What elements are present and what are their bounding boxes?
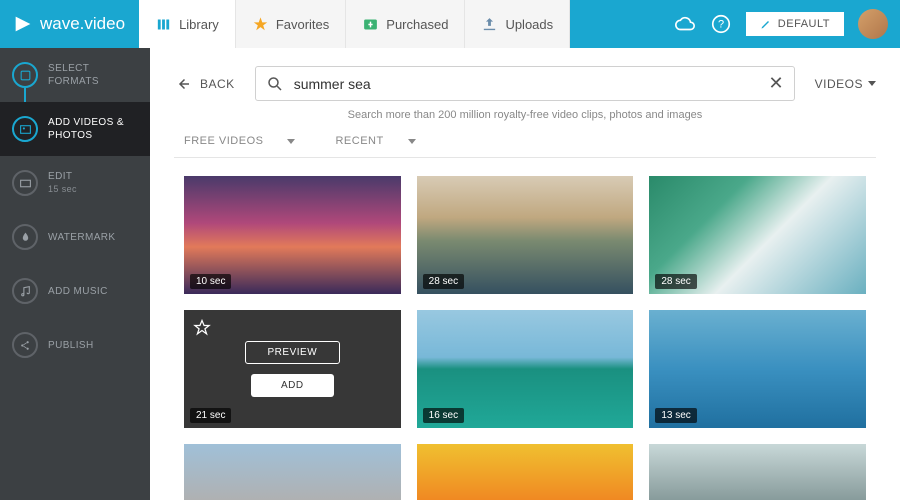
step-edit[interactable]: EDIT15 sec (0, 156, 150, 210)
cloud-icon[interactable] (674, 13, 696, 35)
back-label: BACK (200, 77, 235, 91)
clear-search-icon[interactable]: ✕ (769, 73, 784, 94)
step-label: ADD VIDEOS & PHOTOS (48, 116, 138, 142)
back-button[interactable]: BACK (174, 75, 235, 93)
uploads-icon (481, 16, 498, 33)
step-label: SELECT FORMATS (48, 62, 138, 88)
video-thumbnail[interactable]: 10 sec (184, 176, 401, 294)
duration-badge: 28 sec (655, 274, 696, 289)
photos-icon (12, 116, 38, 142)
brand-text: wave.video (40, 14, 125, 34)
default-button[interactable]: DEFAULT (746, 12, 844, 36)
results-grid: 10 sec 28 sec 28 sec PREVIEW ADD 21 sec 16 sec… (174, 176, 876, 500)
help-icon[interactable]: ? (710, 13, 732, 35)
duration-badge: 21 sec (190, 408, 231, 423)
step-music[interactable]: ADD MUSIC (0, 264, 150, 318)
tab-favorites[interactable]: Favorites (236, 0, 346, 48)
watermark-icon (12, 224, 38, 250)
tab-uploads[interactable]: Uploads (465, 0, 570, 48)
topbar: wave.video Library Favorites Purchased Uplo… (0, 0, 900, 48)
step-label: EDIT15 sec (48, 170, 77, 196)
tab-label: Favorites (276, 17, 329, 32)
arrow-left-icon (174, 75, 192, 93)
search-input[interactable] (294, 76, 759, 92)
avatar[interactable] (858, 9, 888, 39)
publish-icon (12, 332, 38, 358)
video-thumbnail[interactable] (649, 444, 866, 500)
tab-label: Purchased (386, 17, 448, 32)
default-label: DEFAULT (778, 18, 830, 30)
preview-button[interactable]: PREVIEW (245, 341, 341, 364)
video-thumbnail[interactable]: 28 sec (417, 176, 634, 294)
tab-label: Uploads (505, 17, 553, 32)
video-thumbnail[interactable]: PREVIEW ADD 21 sec (184, 310, 401, 428)
pencil-icon (760, 18, 772, 30)
step-label: PUBLISH (48, 339, 94, 352)
step-photos[interactable]: ADD VIDEOS & PHOTOS (0, 102, 150, 156)
duration-badge: 16 sec (423, 408, 464, 423)
chevron-down-icon (408, 139, 416, 144)
video-thumbnail[interactable] (417, 444, 634, 500)
filter-label: FREE VIDEOS (184, 135, 263, 147)
search-icon (266, 75, 284, 93)
filter-free-videos[interactable]: FREE VIDEOS (184, 135, 295, 147)
search-helper-text: Search more than 200 million royalty-fre… (174, 109, 876, 121)
duration-badge: 28 sec (423, 274, 464, 289)
video-thumbnail[interactable]: 16 sec (417, 310, 634, 428)
chevron-down-icon (868, 81, 876, 86)
step-publish[interactable]: PUBLISH (0, 318, 150, 372)
sidebar: SELECT FORMATS ADD VIDEOS & PHOTOS EDIT15 … (0, 48, 150, 500)
topright: ? DEFAULT (674, 9, 888, 39)
duration-badge: 10 sec (190, 274, 231, 289)
edit-icon (12, 170, 38, 196)
filter-recent[interactable]: RECENT (335, 135, 415, 147)
purchased-icon (362, 16, 379, 33)
search-type-label: VIDEOS (815, 77, 863, 91)
play-logo-icon (12, 13, 34, 35)
tab-label: Library (179, 17, 219, 32)
step-formats[interactable]: SELECT FORMATS (0, 48, 150, 102)
content: BACK ✕ VIDEOS Search more than 200 milli… (150, 48, 900, 500)
add-button[interactable]: ADD (251, 374, 334, 397)
video-thumbnail[interactable]: 28 sec (649, 176, 866, 294)
brand-logo[interactable]: wave.video (12, 13, 125, 35)
favorite-star-icon[interactable] (192, 318, 212, 343)
chevron-down-icon (287, 139, 295, 144)
tab-purchased[interactable]: Purchased (346, 0, 465, 48)
formats-icon (12, 62, 38, 88)
video-thumbnail[interactable]: 13 sec (649, 310, 866, 428)
step-label: WATERMARK (48, 231, 116, 244)
step-label: ADD MUSIC (48, 285, 108, 298)
svg-text:?: ? (718, 19, 724, 31)
video-thumbnail[interactable] (184, 444, 401, 500)
tab-library[interactable]: Library (139, 0, 236, 48)
search-box: ✕ (255, 66, 795, 101)
filter-bar: FREE VIDEOS RECENT (174, 135, 876, 158)
filter-label: RECENT (335, 135, 383, 147)
star-icon (252, 16, 269, 33)
library-icon (155, 16, 172, 33)
top-tabs: Library Favorites Purchased Uploads (139, 0, 570, 48)
search-type-filter[interactable]: VIDEOS (815, 77, 876, 91)
duration-badge: 13 sec (655, 408, 696, 423)
music-icon (12, 278, 38, 304)
step-watermark[interactable]: WATERMARK (0, 210, 150, 264)
